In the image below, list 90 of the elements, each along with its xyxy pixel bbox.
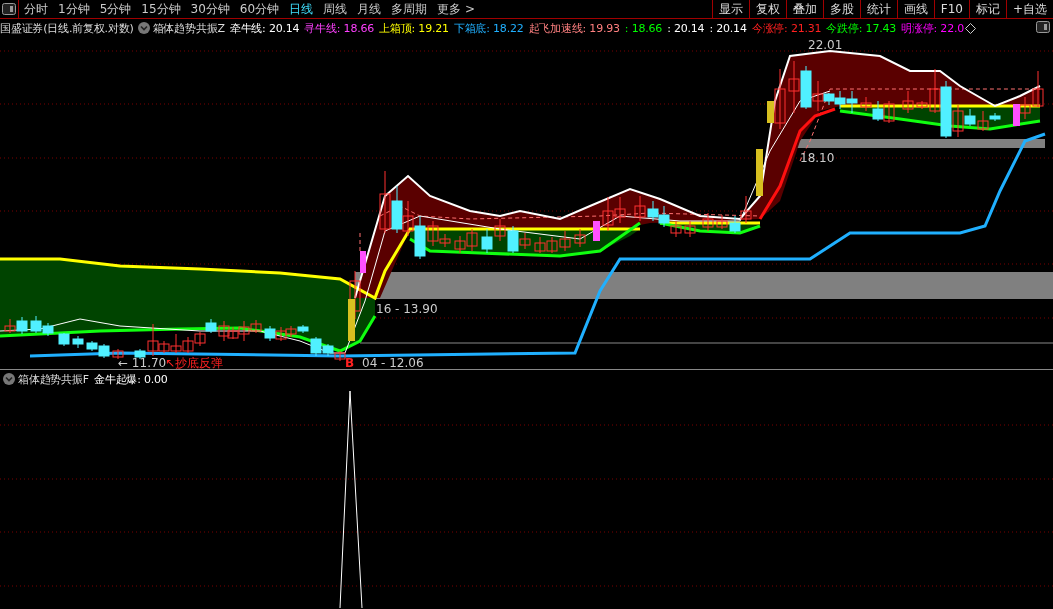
signal-bar [756, 149, 763, 196]
period-tab[interactable]: 1分钟 [53, 0, 95, 18]
legend-value: 牵牛线: 20.14 [229, 20, 300, 36]
candlestick [860, 96, 872, 112]
price-label: 18.10 [800, 151, 835, 165]
candlestick [72, 335, 84, 349]
legend-value: 寻牛线: 18.66 [304, 20, 375, 36]
period-tab[interactable]: 日线 [284, 0, 319, 18]
candlestick [534, 236, 546, 254]
period-tab[interactable]: 60分钟 [234, 0, 285, 18]
candlestick [205, 318, 217, 334]
legend-value: 起飞加速线: 19.93 [528, 20, 620, 36]
collapse-icon[interactable] [3, 373, 15, 385]
candlestick [194, 331, 206, 347]
candlestick [16, 316, 28, 335]
candlestick [30, 315, 42, 334]
candlestick [846, 90, 858, 114]
candlestick [670, 220, 682, 238]
indicator-name: 箱体趋势共振F [18, 371, 89, 387]
candlestick [658, 205, 670, 228]
panel-toggle-icon[interactable] [1036, 21, 1050, 33]
legend-value: : 20.14 [667, 21, 705, 35]
period-tab[interactable]: 月线 [352, 0, 387, 18]
candlestick [684, 220, 696, 238]
candlestick [716, 214, 728, 230]
candlestick [98, 343, 110, 359]
panel-toggle-icon[interactable] [2, 3, 16, 15]
candlestick [391, 185, 403, 234]
candlestick [466, 228, 478, 252]
legend-value: 今涨停: 21.31 [751, 20, 822, 36]
legend-value: 下箱底: 18.22 [453, 20, 524, 36]
legend-value: : 18.66 [624, 21, 663, 35]
signal-label: ↖抄底反弹 [165, 356, 224, 369]
candlestick [481, 228, 493, 254]
legend-value: : 20.14 [709, 21, 747, 35]
candlestick [494, 218, 506, 242]
legend-value: 今跌停: 17.43 [826, 20, 897, 36]
signal-label: B [345, 356, 355, 369]
signal-bar [360, 251, 366, 273]
candlestick [872, 100, 884, 122]
candlestick [86, 340, 98, 352]
candlestick [454, 235, 466, 254]
candlestick [614, 196, 626, 224]
candlestick [275, 326, 287, 342]
chart-title: 国盛证券(日线.前复权.对数) [0, 20, 134, 36]
period-tab[interactable]: 30分钟 [185, 0, 235, 18]
candlestick [42, 322, 54, 337]
candlestick [285, 325, 297, 338]
period-tab[interactable]: 周线 [318, 0, 353, 18]
signal-bar [348, 299, 355, 341]
signal-bar [767, 101, 774, 123]
collapse-icon[interactable] [137, 22, 150, 34]
candlestick [774, 68, 786, 130]
price-label: 22.01 [808, 38, 843, 52]
indicator-name: 箱体趋势共振Z [152, 20, 225, 36]
candlestick [574, 228, 586, 248]
candlestick [297, 324, 309, 334]
legend-value: 上箱顶: 19.21 [379, 20, 449, 36]
diamond-icon[interactable] [965, 22, 977, 34]
candlestick [702, 212, 714, 232]
candlestick [58, 332, 70, 347]
signal-bar [593, 221, 600, 241]
candlestick [402, 200, 414, 237]
candlestick [182, 336, 194, 354]
candlestick [559, 230, 571, 252]
price-label: ← 11.70 [118, 356, 167, 369]
period-tab[interactable]: 5分钟 [94, 0, 137, 18]
candlestick [902, 90, 914, 114]
legend-value: 金牛起爆: 0.00 [93, 371, 168, 387]
period-tab[interactable]: 更多 > [432, 0, 480, 18]
period-tab[interactable]: 多周期 [386, 0, 433, 18]
candlestick [883, 100, 895, 124]
price-label: 04 - 12.06 [362, 356, 424, 369]
signal-bar [1013, 104, 1020, 126]
candlestick [634, 195, 646, 222]
price-label: 16 - 13.90 [376, 302, 438, 316]
candlestick [334, 350, 346, 362]
candlestick [264, 325, 276, 342]
candlestick [379, 170, 391, 234]
legend-value: 明涨停: 22.0 [901, 20, 965, 36]
period-tab[interactable]: 15分钟 [136, 0, 186, 18]
candlestick [788, 60, 800, 114]
candlestick [4, 318, 16, 334]
candlestick [834, 90, 846, 110]
candlestick [800, 65, 812, 110]
candlestick [546, 236, 558, 254]
candlestick [647, 200, 659, 222]
candlestick [602, 196, 614, 232]
period-tab[interactable]: 分时 [19, 0, 53, 18]
candlestick [112, 348, 124, 360]
